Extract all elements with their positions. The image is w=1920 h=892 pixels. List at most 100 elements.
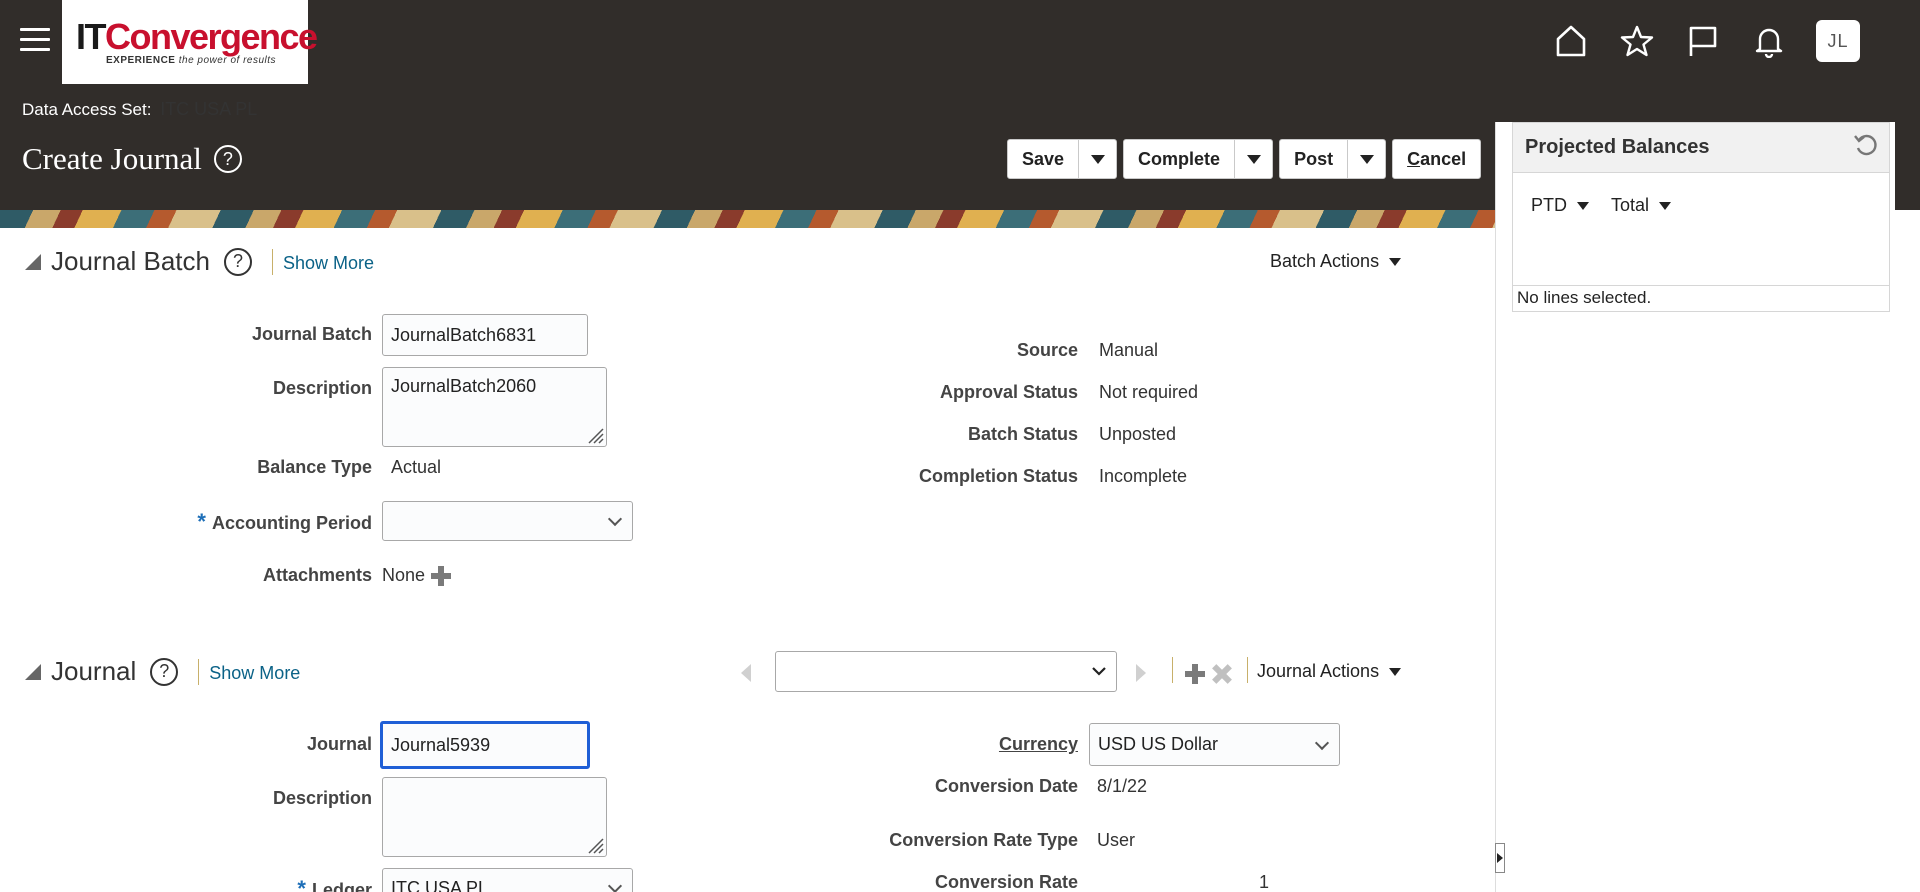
dropdown-arrow-icon (1090, 154, 1105, 164)
dropdown-arrow-icon (1389, 257, 1402, 266)
page-title: Create Journal ? (22, 141, 242, 177)
accounting-period-label: * Accounting Period (197, 509, 372, 534)
chevron-down-icon (607, 511, 623, 527)
approval-status-label: Approval Status (939, 382, 1078, 402)
page-actions: Save Complete Post Cancel (1007, 139, 1482, 179)
panel-splitter-toggle[interactable] (1495, 843, 1505, 873)
post-button[interactable]: Post (1280, 140, 1347, 178)
section-title: Journal (51, 656, 137, 686)
total-filter-dropdown[interactable]: Total (1611, 195, 1672, 216)
journal-description-label: Description (272, 788, 372, 808)
resize-handle-icon[interactable] (586, 426, 604, 444)
attachments-value: None (382, 565, 452, 587)
post-button-group: Post (1279, 139, 1387, 179)
data-access-set: Data Access Set: ITC USA PL (22, 99, 258, 119)
add-attachment-icon[interactable] (431, 566, 452, 587)
save-button[interactable]: Save (1008, 140, 1078, 178)
journal-name-input[interactable]: Journal5939 (380, 721, 590, 769)
required-indicator: * (297, 876, 306, 892)
cancel-button-group: Cancel (1392, 139, 1482, 179)
next-journal-icon[interactable] (1136, 664, 1146, 682)
favorites-star-icon[interactable] (1618, 22, 1656, 60)
previous-journal-icon[interactable] (741, 664, 751, 682)
complete-options-dropdown[interactable] (1234, 140, 1272, 178)
dropdown-arrow-icon (1246, 154, 1261, 164)
refresh-icon[interactable] (1853, 132, 1879, 163)
global-toolbar: JL (1552, 20, 1860, 62)
journal-batch-label: Journal Batch (251, 324, 372, 344)
show-more-link[interactable]: Show More (283, 253, 374, 274)
save-options-dropdown[interactable] (1078, 140, 1116, 178)
balance-type-label: Balance Type (257, 457, 372, 477)
conversion-rate-label: Conversion Rate (934, 872, 1078, 892)
batch-actions-menu[interactable]: Batch Actions (1270, 251, 1402, 272)
source-value: Manual (1099, 340, 1159, 360)
dropdown-arrow-icon (1359, 154, 1374, 164)
required-indicator: * (197, 509, 206, 534)
conversion-rate-value: 1 (1259, 872, 1270, 892)
delete-journal-icon[interactable] (1212, 664, 1232, 689)
batch-status-value: Unposted (1099, 424, 1177, 444)
projected-balances-panel: Projected Balances PTD Total No lines se… (1495, 122, 1895, 892)
post-options-dropdown[interactable] (1347, 140, 1385, 178)
batch-description-textarea[interactable]: JournalBatch2060 (382, 367, 607, 447)
accounting-period-select[interactable] (382, 501, 633, 541)
chevron-down-icon (607, 878, 623, 892)
journal-actions-menu[interactable]: Journal Actions (1257, 661, 1402, 682)
journal-selector[interactable] (775, 651, 1117, 692)
balance-type-value: Actual (391, 457, 442, 477)
help-icon[interactable]: ? (223, 247, 252, 276)
collapse-icon[interactable] (25, 253, 41, 270)
add-journal-icon[interactable] (1185, 664, 1205, 684)
save-button-group: Save (1007, 139, 1118, 179)
navigator-menu-icon[interactable] (20, 28, 50, 54)
conversion-rate-type-label: Conversion Rate Type (889, 830, 1078, 850)
projected-balances-filters: PTD Total (1513, 173, 1889, 238)
dropdown-arrow-icon (1659, 201, 1672, 210)
ledger-label: * Ledger (150, 876, 372, 892)
conversion-rate-type-value: User (1097, 830, 1136, 850)
journal-batch-input[interactable]: JournalBatch6831 (382, 314, 588, 356)
home-icon[interactable] (1552, 22, 1590, 60)
projected-balances-header: Projected Balances (1513, 123, 1889, 173)
watchlist-flag-icon[interactable] (1684, 22, 1722, 60)
batch-status-label: Batch Status (967, 424, 1078, 444)
approval-status-value: Not required (1099, 382, 1199, 402)
journal-section-header: Journal ? Show More (25, 656, 300, 687)
completion-status-label: Completion Status (918, 466, 1078, 486)
dropdown-arrow-icon (1389, 667, 1402, 676)
collapse-icon[interactable] (25, 663, 41, 680)
section-title: Journal Batch (51, 246, 210, 276)
dropdown-arrow-icon (1577, 201, 1589, 210)
complete-button-group: Complete (1123, 139, 1274, 179)
company-logo[interactable]: ITConvergence EXPERIENCE the power of re… (62, 0, 318, 84)
user-avatar[interactable]: JL (1816, 20, 1860, 62)
help-icon[interactable]: ? (213, 145, 242, 173)
projected-balances-status: No lines selected. (1513, 285, 1889, 311)
conversion-date-value: 8/1/22 (1097, 776, 1148, 796)
projected-balances-title: Projected Balances (1525, 136, 1710, 158)
chevron-down-icon (1092, 667, 1106, 676)
expand-arrow-icon (1497, 853, 1503, 863)
completion-status-value: Incomplete (1099, 466, 1188, 486)
conversion-date-label: Conversion Date (934, 776, 1078, 796)
data-access-value: ITC USA PL (160, 99, 258, 119)
projected-balances-box: Projected Balances PTD Total No lines se… (1512, 122, 1890, 312)
help-icon[interactable]: ? (150, 657, 179, 686)
complete-button[interactable]: Complete (1124, 140, 1234, 178)
notifications-bell-icon[interactable] (1750, 22, 1788, 60)
period-filter-dropdown[interactable]: PTD (1531, 195, 1589, 216)
journal-description-textarea[interactable] (382, 777, 607, 857)
chevron-down-icon (1314, 735, 1330, 750)
cancel-button[interactable]: Cancel (1393, 140, 1480, 178)
source-label: Source (1016, 340, 1078, 360)
currency-select[interactable]: USD US Dollar (1089, 723, 1340, 766)
decorative-banner (0, 210, 1495, 228)
currency-label[interactable]: Currency (880, 734, 1078, 755)
batch-description-label: Description (272, 378, 372, 398)
journal-batch-section-header: Journal Batch ? Show More (25, 246, 374, 277)
ledger-select[interactable]: ITC USA PL (382, 868, 633, 892)
show-more-link[interactable]: Show More (209, 663, 300, 684)
resize-handle-icon[interactable] (586, 836, 604, 854)
attachments-label: Attachments (262, 565, 372, 585)
